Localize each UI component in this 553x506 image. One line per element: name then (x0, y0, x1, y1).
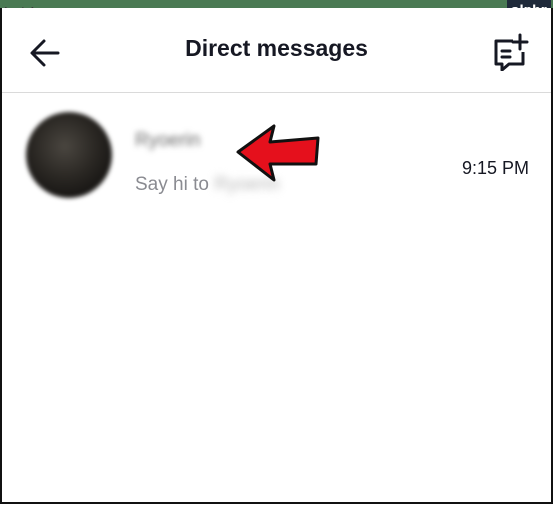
page-title: Direct messages (185, 35, 368, 61)
app-screen: Direct messages Ryoerin Say hi to Ryoeri… (0, 8, 553, 504)
conversation-name: Ryoerin (135, 130, 201, 151)
avatar[interactable] (26, 112, 112, 198)
new-message-button[interactable] (491, 33, 529, 72)
message-preview-text: Say hi to (135, 174, 215, 195)
header-bar: Direct messages (2, 8, 551, 93)
message-timestamp: 9:15 PM (461, 158, 529, 178)
new-message-icon (494, 33, 529, 72)
top-border-strip (0, 0, 553, 8)
annotation-arrow-icon (236, 124, 320, 182)
